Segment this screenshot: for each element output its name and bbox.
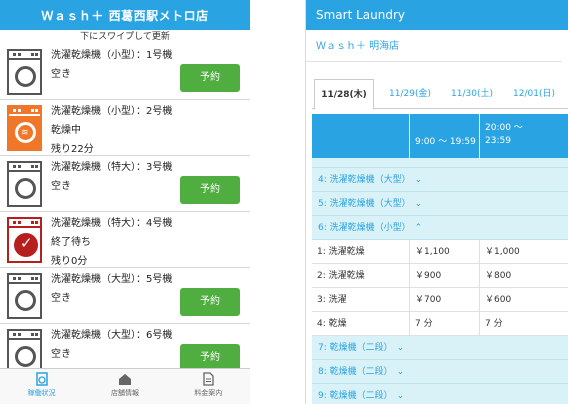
machine-row-1[interactable]: 洗濯乾燥機（小型）：1号機 空き 予約 [0,44,250,100]
price-label: 3: 洗濯 [312,288,410,312]
machine-status: 乾燥中 [51,125,81,136]
category-row-5[interactable]: 5: 洗濯乾燥機（大型） ⌄ [312,192,568,216]
price-table: 9:00 〜 19:59 20:00 〜 23:59 4: 洗濯乾燥機（大型） ⌄… [312,114,568,404]
chevron-down-icon: ⌄ [396,391,405,401]
machine-name: 洗濯乾燥機（特大）：4号機 [51,218,173,229]
date-tabs: 11/28(木) 11/29(金) 11/30(土) 12/01(日) [312,79,568,110]
reserve-button[interactable]: 予約 [180,176,240,204]
chevron-down-icon: ⌄ [396,367,405,377]
price-row: 4: 乾燥 7 分 7 分 [312,312,568,336]
right-phone-screen: Smart Laundry Ｗａｓｈ＋ 明海店 11/28(木) 11/29(金… [305,0,568,404]
bottom-tab-bar: 稼働状況 店舗情報 料金案内 [0,368,250,404]
machine-remaining: 残り22分 [51,144,94,155]
machine-status: 空き [51,349,71,360]
price-label: 4: 乾燥 [312,312,410,336]
price-night: 7 分 [485,319,503,329]
tab-label: 店舗情報 [110,389,139,397]
machine-name: 洗濯乾燥機（大型）：6号機 [51,330,173,341]
header-blank [312,114,410,158]
washer-status-icon [35,372,48,386]
price-night: ￥800 [485,271,512,281]
tab-machine-status[interactable]: 稼働状況 [0,369,83,404]
chevron-down-icon: ⌄ [414,175,423,185]
machine-name: 洗濯乾燥機（小型）：1号機 [51,50,173,61]
washer-drying-icon: ≋ [7,105,42,151]
tab-date-1[interactable]: 11/28(木) [314,79,374,110]
chevron-down-icon: ⌄ [414,199,423,209]
machine-name: 洗濯乾燥機（小型）：2号機 [51,106,173,117]
header-daytime: 9:00 〜 19:59 [410,114,480,158]
tab-date-3[interactable]: 11/30(土) [442,79,502,109]
price-night: ￥1,000 [485,247,520,257]
price-night: ￥600 [485,295,512,305]
washer-idle-icon [7,273,42,319]
tab-store-info[interactable]: 店舗情報 [83,369,166,404]
table-row [312,158,568,168]
header-night: 20:00 〜 23:59 [485,123,523,146]
store-name: Ｗａｓｈ＋ 明海店 [306,30,562,62]
tab-pricing[interactable]: 料金案内 [167,369,250,404]
store-title: Ｗａｓｈ＋ 西葛西駅メトロ店 [0,0,250,30]
category-row-6[interactable]: 6: 洗濯乾燥機（小型） ⌃ [312,216,568,240]
price-day: 7 分 [410,312,480,336]
machine-status: 空き [51,293,71,304]
category-row-7[interactable]: 7: 乾燥機（二段） ⌄ [312,336,568,360]
store-icon [118,374,131,385]
price-day: ￥700 [410,288,480,312]
app-title: Smart Laundry [306,0,568,30]
document-icon [203,372,214,386]
price-day: ￥900 [410,264,480,288]
category-row-9[interactable]: 9: 乾燥機（二段） ⌄ [312,384,568,404]
machine-status: 終了待ち [51,237,91,248]
tab-label: 稼働状況 [27,389,56,397]
reserve-button[interactable]: 予約 [180,64,240,92]
machine-list[interactable]: 洗濯乾燥機（小型）：1号機 空き 予約 ≋ 洗濯乾燥機（小型）：2号機 乾燥中 … [0,44,250,368]
price-row: 1: 洗濯乾燥 ￥1,100 ￥1,000 [312,240,568,264]
machine-row-5[interactable]: 洗濯乾燥機（大型）：5号機 空き 予約 [0,268,250,324]
machine-remaining: 残り0分 [51,256,88,267]
machine-row-3[interactable]: 洗濯乾燥機（特大）：3号機 空き 予約 [0,156,250,212]
tab-label: 料金案内 [194,389,223,397]
price-row: 2: 洗濯乾燥 ￥900 ￥800 [312,264,568,288]
machine-row-4[interactable]: ✓ 洗濯乾燥機（特大）：4号機 終了待ち 残り0分 [0,212,250,268]
machine-row-6[interactable]: 洗濯乾燥機（大型）：6号機 空き 予約 [0,324,250,368]
machine-status: 空き [51,69,71,80]
price-label: 1: 洗濯乾燥 [312,240,410,264]
machine-name: 洗濯乾燥機（特大）：3号機 [51,162,173,173]
category-row-8[interactable]: 8: 乾燥機（二段） ⌄ [312,360,568,384]
pull-to-refresh-hint: 下にスワイプして更新 [80,32,170,42]
left-phone-screen: Ｗａｓｈ＋ 西葛西駅メトロ店 下にスワイプして更新 洗濯乾燥機（小型）：1号機 … [0,0,250,404]
chevron-down-icon: ⌄ [396,343,405,353]
category-row-4[interactable]: 4: 洗濯乾燥機（大型） ⌄ [312,168,568,192]
washer-done-icon: ✓ [7,217,42,263]
table-header: 9:00 〜 19:59 20:00 〜 23:59 [312,114,568,158]
reserve-button[interactable]: 予約 [180,344,240,368]
price-row: 3: 洗濯 ￥700 ￥600 [312,288,568,312]
washer-idle-icon [7,329,42,368]
price-day: ￥1,100 [410,240,480,264]
machine-name: 洗濯乾燥機（大型）：5号機 [51,274,173,285]
machine-row-2[interactable]: ≋ 洗濯乾燥機（小型）：2号機 乾燥中 残り22分 [0,100,250,156]
reserve-button[interactable]: 予約 [180,288,240,316]
price-label: 2: 洗濯乾燥 [312,264,410,288]
machine-status: 空き [51,181,71,192]
chevron-up-icon: ⌃ [414,223,423,233]
washer-idle-icon [7,49,42,95]
tab-date-2[interactable]: 11/29(金) [380,79,440,109]
washer-idle-icon [7,161,42,207]
tab-date-4[interactable]: 12/01(日) [504,79,564,109]
